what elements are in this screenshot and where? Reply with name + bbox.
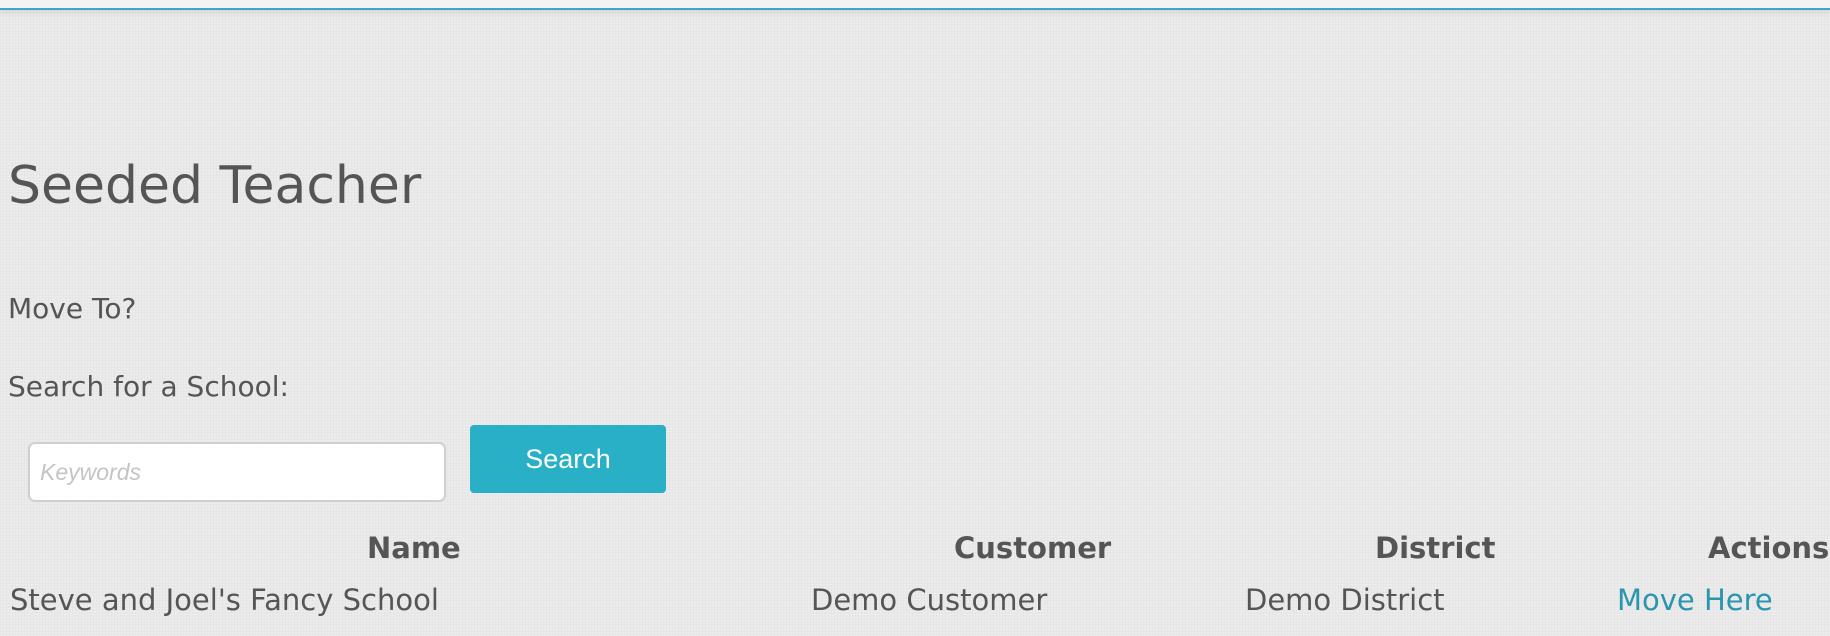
column-header-customer: Customer — [954, 531, 1112, 565]
column-header-actions: Actions — [1708, 531, 1830, 565]
customer-cell: Demo Customer — [811, 583, 1048, 617]
move-here-link[interactable]: Move Here — [1617, 574, 1773, 626]
top-header-bar — [0, 0, 1830, 10]
column-header-district: District — [1375, 531, 1496, 565]
search-school-label: Search for a School: — [8, 370, 289, 403]
keywords-search-input[interactable] — [28, 442, 446, 502]
column-header-name: Name — [367, 531, 461, 565]
district-cell: Demo District — [1245, 583, 1445, 617]
search-button[interactable]: Search — [470, 425, 666, 493]
school-name-cell: Steve and Joel's Fancy School — [10, 583, 439, 617]
move-to-label: Move To? — [8, 292, 137, 325]
page-title: Seeded Teacher — [8, 156, 422, 216]
